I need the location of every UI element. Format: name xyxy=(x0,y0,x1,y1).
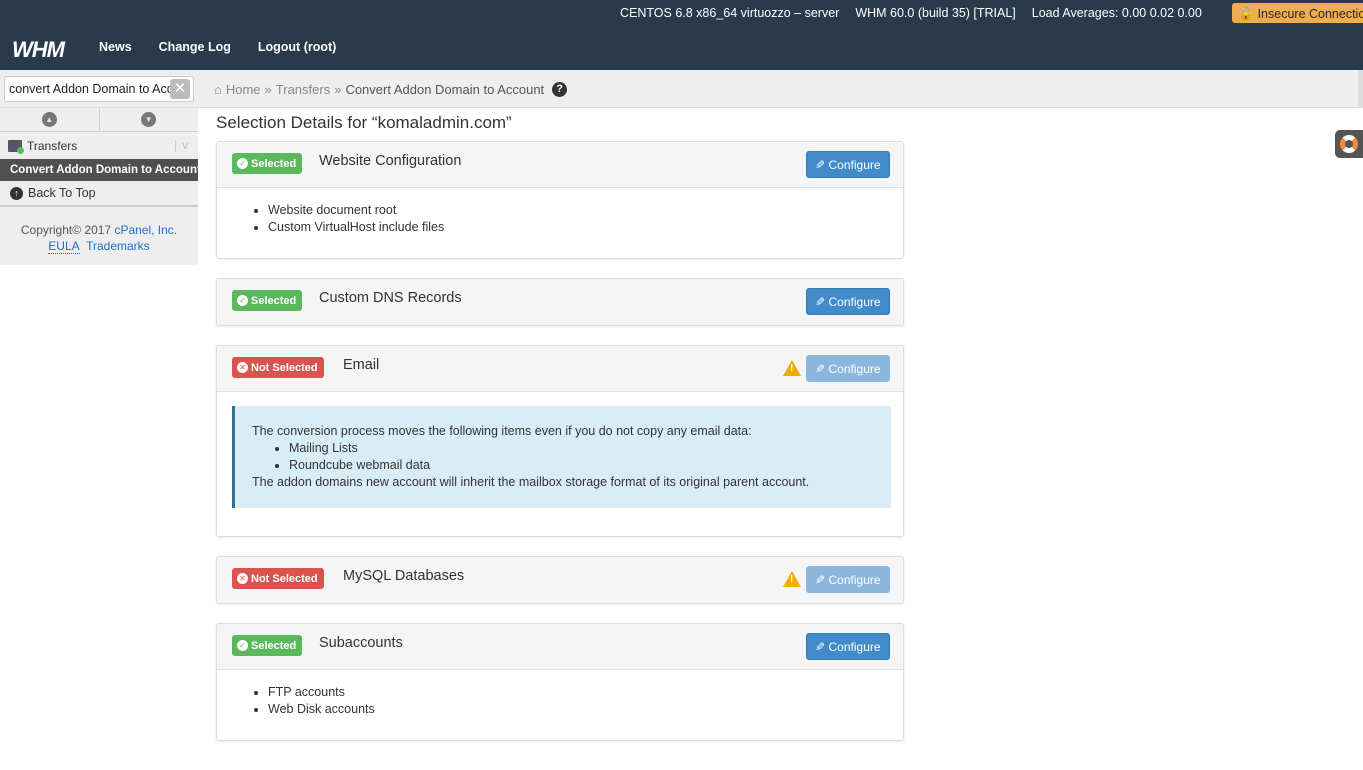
panel-custom-dns-records: ✓ Selected Custom DNS Records ✎ Configur… xyxy=(216,278,904,326)
panel-title: Website Configuration xyxy=(319,153,462,169)
sidebar: ▲ ▼ Transfers v Convert Addon Domain to … xyxy=(0,108,201,265)
panel-title: Subaccounts xyxy=(319,635,403,651)
breadcrumb-bar: ✕ ⌂ Home » Transfers » Convert Addon Dom… xyxy=(0,70,1363,108)
info-alert: The conversion process moves the followi… xyxy=(232,406,891,508)
configure-button[interactable]: ✎ Configure xyxy=(806,288,890,315)
status-badge: ✓ Selected xyxy=(232,635,303,656)
collapse-toggle-icon[interactable]: v xyxy=(174,139,188,152)
top-nav: News Change Log Logout (root) xyxy=(99,40,336,54)
panel-header: ✓ Selected Subaccounts ✎ Configure xyxy=(217,624,903,670)
list-item: Roundcube webmail data xyxy=(289,457,873,474)
scrollbar[interactable] xyxy=(1358,70,1363,108)
lifebuoy-icon xyxy=(1340,135,1358,153)
list-item: Website document root xyxy=(268,202,888,219)
configure-button[interactable]: ✎ Configure xyxy=(806,566,890,593)
configure-button[interactable]: ✎ Configure xyxy=(806,355,890,382)
breadcrumb: ⌂ Home » Transfers » Convert Addon Domai… xyxy=(214,82,568,97)
status-badge: ✕ Not Selected xyxy=(232,568,324,589)
warning-icon: ! xyxy=(783,571,801,587)
check-circle-icon: ✓ xyxy=(237,295,248,306)
status-badge: ✓ Selected xyxy=(232,290,303,311)
pencil-icon: ✎ xyxy=(815,294,826,309)
panel-header: ✓ Selected Website Configuration ✎ Confi… xyxy=(217,142,903,188)
search-input[interactable] xyxy=(5,77,170,101)
breadcrumb-separator: » xyxy=(334,82,342,97)
sidebar-category-transfers[interactable]: Transfers v xyxy=(0,132,198,159)
panel-header: ✕ Not Selected Email ! ✎ Configure xyxy=(217,346,903,392)
whm-logo[interactable]: WHM xyxy=(12,37,65,63)
scroll-up-button[interactable]: ▲ xyxy=(0,108,100,131)
status-badge: ✕ Not Selected xyxy=(232,357,324,378)
breadcrumb-current: Convert Addon Domain to Account xyxy=(345,82,545,97)
breadcrumb-separator: » xyxy=(264,82,272,97)
cpanel-link[interactable]: cPanel, Inc. xyxy=(114,223,177,237)
copyright: Copyright© 2017 cPanel, Inc. EULA Tradem… xyxy=(20,223,178,254)
page-title: Selection Details for “komaladmin.com” xyxy=(216,113,512,132)
list-item: FTP accounts xyxy=(268,684,888,701)
list-item: Web Disk accounts xyxy=(268,701,888,718)
arrow-up-icon: ↑ xyxy=(10,186,23,200)
configure-button[interactable]: ✎ Configure xyxy=(806,633,890,660)
scroll-down-button[interactable]: ▼ xyxy=(100,108,199,131)
status-badge: ✓ Selected xyxy=(232,153,303,174)
check-circle-icon: ✓ xyxy=(237,158,248,169)
insecure-connection-badge[interactable]: 🔓 Insecure Connection xyxy=(1232,3,1363,23)
whm-version: WHM 60.0 (build 35) [TRIAL] xyxy=(855,6,1016,20)
list-item: Mailing Lists xyxy=(289,440,873,457)
pencil-icon: ✎ xyxy=(815,361,826,376)
chevron-down-icon: ▼ xyxy=(141,112,157,127)
panel-subaccounts: ✓ Selected Subaccounts ✎ Configure FTP a… xyxy=(216,623,904,741)
x-circle-icon: ✕ xyxy=(237,362,248,373)
warning-icon: ! xyxy=(783,360,801,376)
back-to-top-link[interactable]: ↑ Back To Top xyxy=(0,181,198,207)
panel-mysql-databases: ✕ Not Selected MySQL Databases ! ✎ Confi… xyxy=(216,556,904,604)
search-box: ✕ xyxy=(4,76,194,102)
nav-change-log[interactable]: Change Log xyxy=(159,40,231,54)
panel-body: FTP accounts Web Disk accounts xyxy=(217,670,903,740)
main-content: Selection Details for “komaladmin.com” ✓… xyxy=(216,108,906,760)
clear-search-icon[interactable]: ✕ xyxy=(170,79,190,99)
top-header: CENTOS 6.8 x86_64 virtuozzo – server WHM… xyxy=(0,0,1363,70)
panel-website-configuration: ✓ Selected Website Configuration ✎ Confi… xyxy=(216,141,904,259)
panel-header: ✓ Selected Custom DNS Records ✎ Configur… xyxy=(217,279,903,325)
list-item: Custom VirtualHost include files xyxy=(268,219,888,236)
panel-title: MySQL Databases xyxy=(343,568,465,584)
sidebar-item-convert-addon-domain[interactable]: Convert Addon Domain to Account xyxy=(0,159,201,181)
help-icon[interactable]: ? xyxy=(552,82,568,97)
breadcrumb-transfers[interactable]: Transfers xyxy=(276,82,330,97)
pencil-icon: ✎ xyxy=(815,157,826,172)
panel-title: Custom DNS Records xyxy=(319,290,462,306)
breadcrumb-home[interactable]: Home xyxy=(226,82,261,97)
alert-outro: The addon domains new account will inher… xyxy=(252,475,810,489)
panel-header: ✕ Not Selected MySQL Databases ! ✎ Confi… xyxy=(217,557,903,603)
configure-button[interactable]: ✎ Configure xyxy=(806,151,890,178)
load-averages: Load Averages: 0.00 0.02 0.00 xyxy=(1031,6,1202,20)
panel-title: Email xyxy=(343,357,380,373)
alert-intro: The conversion process moves the followi… xyxy=(252,424,752,438)
panel-email: ✕ Not Selected Email ! ✎ Configure The c… xyxy=(216,345,904,537)
x-circle-icon: ✕ xyxy=(237,573,248,584)
pencil-icon: ✎ xyxy=(815,572,826,587)
system-info: CENTOS 6.8 x86_64 virtuozzo – server WHM… xyxy=(620,6,1202,20)
pencil-icon: ✎ xyxy=(815,639,826,654)
server-info: CENTOS 6.8 x86_64 virtuozzo – server xyxy=(620,6,840,20)
panel-body: Website document root Custom VirtualHost… xyxy=(217,188,903,258)
chevron-up-icon: ▲ xyxy=(41,112,57,127)
unlock-icon: 🔓 xyxy=(1238,6,1254,21)
nav-logout[interactable]: Logout (root) xyxy=(258,40,336,54)
check-circle-icon: ✓ xyxy=(237,640,248,651)
transfers-icon xyxy=(8,139,24,154)
sidebar-scroll-controls: ▲ ▼ xyxy=(0,108,198,132)
nav-news[interactable]: News xyxy=(99,40,132,54)
home-icon[interactable]: ⌂ xyxy=(214,82,222,97)
eula-link[interactable]: EULA xyxy=(48,239,80,254)
panel-body: The conversion process moves the followi… xyxy=(217,392,903,536)
support-lifebuoy-button[interactable] xyxy=(1335,130,1363,158)
trademarks-link[interactable]: Trademarks xyxy=(86,239,150,253)
